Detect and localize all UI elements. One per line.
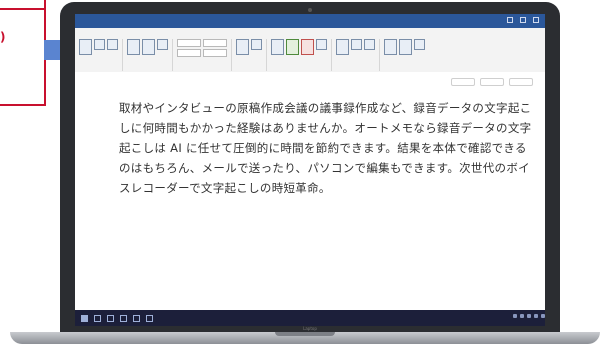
taskview-icon[interactable]	[107, 314, 114, 322]
close-icon[interactable]	[533, 17, 539, 23]
camera-icon	[308, 8, 312, 12]
symbol-icon[interactable]	[364, 39, 375, 50]
ribbon-group-text	[336, 39, 380, 71]
callout-text: )	[0, 30, 6, 44]
ribbon-group-clipboard	[79, 39, 123, 71]
picture-icon[interactable]	[142, 39, 155, 55]
font-color-icon[interactable]	[384, 39, 397, 55]
minimize-icon[interactable]	[507, 17, 513, 23]
bookmark-icon[interactable]	[251, 39, 262, 50]
ribbon-group-insert	[127, 39, 173, 71]
taskbar	[75, 310, 545, 326]
link-icon[interactable]	[236, 39, 249, 55]
browser-icon[interactable]	[133, 314, 140, 322]
window-titlebar	[75, 14, 545, 28]
tray-icon[interactable]	[527, 314, 531, 318]
laptop-lid: 取材やインタビューの原稿作成会議の議事録作成など、録音データの文字起こしに何時間…	[60, 2, 560, 332]
document-canvas[interactable]: 取材やインタビューの原稿作成会議の議事録作成など、録音データの文字起こしに何時間…	[75, 72, 545, 296]
cut-icon[interactable]	[94, 39, 105, 50]
tool-pill[interactable]	[509, 78, 533, 86]
copy-icon[interactable]	[107, 39, 118, 50]
maximize-icon[interactable]	[520, 17, 526, 23]
font-size-field[interactable]	[177, 49, 201, 57]
laptop-base	[10, 332, 600, 344]
tray-icon[interactable]	[541, 314, 545, 318]
document-paragraph[interactable]: 取材やインタビューの原稿作成会議の議事録作成など、録音データの文字起こしに何時間…	[119, 98, 535, 198]
style-field[interactable]	[203, 39, 227, 47]
system-tray	[513, 314, 545, 318]
font-fields	[177, 39, 201, 57]
tray-icon[interactable]	[520, 314, 524, 318]
pdf-icon[interactable]	[301, 39, 314, 55]
callout-divider	[0, 8, 44, 10]
document-tools	[451, 78, 533, 86]
ribbon-group-styles	[236, 39, 267, 71]
shapes-icon[interactable]	[157, 39, 168, 50]
chart-icon[interactable]	[271, 39, 284, 55]
font-fields-2	[203, 39, 227, 57]
tool-pill[interactable]	[480, 78, 504, 86]
word-app-icon[interactable]	[146, 314, 153, 322]
font-name-field[interactable]	[177, 39, 201, 47]
tray-icon[interactable]	[513, 314, 517, 318]
windows-start-icon[interactable]	[81, 314, 88, 322]
laptop-screen: 取材やインタビューの原稿作成会議の議事録作成など、録音データの文字起こしに何時間…	[75, 14, 545, 326]
laptop-notch	[275, 332, 335, 336]
menu-bar	[75, 28, 545, 37]
ribbon-group-view	[384, 39, 429, 71]
textbox-icon[interactable]	[336, 39, 349, 55]
window-controls	[507, 17, 539, 23]
view-icon[interactable]	[399, 39, 412, 55]
smartart-icon[interactable]	[286, 39, 299, 55]
paste-icon[interactable]	[79, 39, 92, 55]
ribbon-group-font	[177, 39, 232, 71]
ribbon-group-media	[271, 39, 332, 71]
table-icon[interactable]	[127, 39, 140, 55]
tool-pill[interactable]	[451, 78, 475, 86]
search-icon[interactable]	[94, 314, 101, 322]
ribbon-toolbar	[75, 37, 545, 74]
folder-icon[interactable]	[120, 314, 127, 322]
spacing-field[interactable]	[203, 49, 227, 57]
wordart-icon[interactable]	[351, 39, 362, 50]
tray-icon[interactable]	[534, 314, 538, 318]
callout-box: )	[0, 0, 46, 106]
comment-icon[interactable]	[316, 39, 327, 50]
settings-icon[interactable]	[414, 39, 425, 50]
